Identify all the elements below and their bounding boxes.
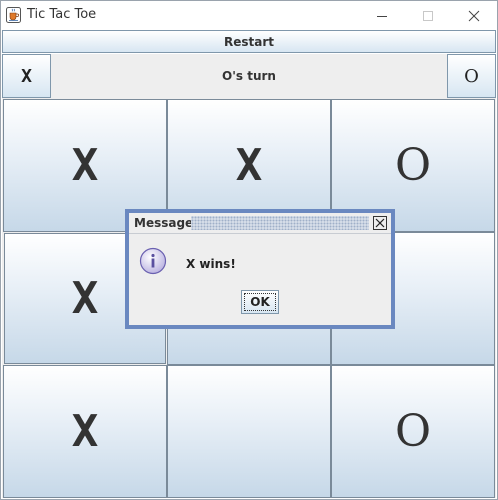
cell-mark: X — [71, 273, 99, 324]
game-window: Tic Tac Toe Restart X O's turn O X X O X… — [0, 0, 498, 500]
close-button[interactable] — [451, 1, 497, 30]
turn-indicator: O's turn — [222, 69, 276, 83]
board-cell-8[interactable] — [167, 365, 331, 498]
minimize-icon — [377, 15, 387, 17]
dialog-close-button[interactable] — [373, 216, 387, 230]
cell-mark: O — [394, 406, 432, 457]
board-cell-7[interactable]: X — [3, 365, 167, 498]
dialog-body: X wins! OK — [129, 233, 391, 326]
status-row: X O's turn O — [2, 54, 496, 99]
player-x-button[interactable]: X — [2, 54, 51, 98]
player-o-button[interactable]: O — [447, 54, 496, 98]
dialog-message: X wins! — [186, 257, 236, 271]
info-icon — [139, 247, 167, 275]
restart-button[interactable]: Restart — [2, 30, 496, 53]
minimize-button[interactable] — [359, 1, 405, 30]
cell-mark: X — [71, 406, 99, 457]
maximize-icon — [423, 10, 433, 21]
maximize-button[interactable] — [405, 1, 451, 30]
close-icon — [468, 10, 480, 21]
cell-mark: O — [394, 140, 432, 191]
java-cup-icon — [6, 7, 21, 23]
close-icon — [375, 218, 385, 228]
window-title: Tic Tac Toe — [27, 7, 97, 22]
title-bar[interactable]: Tic Tac Toe — [1, 1, 497, 30]
dialog-title: Message — [134, 216, 194, 230]
cell-mark: X — [235, 140, 263, 191]
message-dialog: Message X wins! OK — [125, 209, 395, 329]
cell-mark: X — [71, 140, 99, 191]
ok-button[interactable]: OK — [241, 290, 279, 314]
board-cell-9[interactable]: O — [331, 365, 495, 498]
dialog-title-bar[interactable]: Message — [129, 213, 391, 233]
title-grip — [191, 216, 369, 230]
